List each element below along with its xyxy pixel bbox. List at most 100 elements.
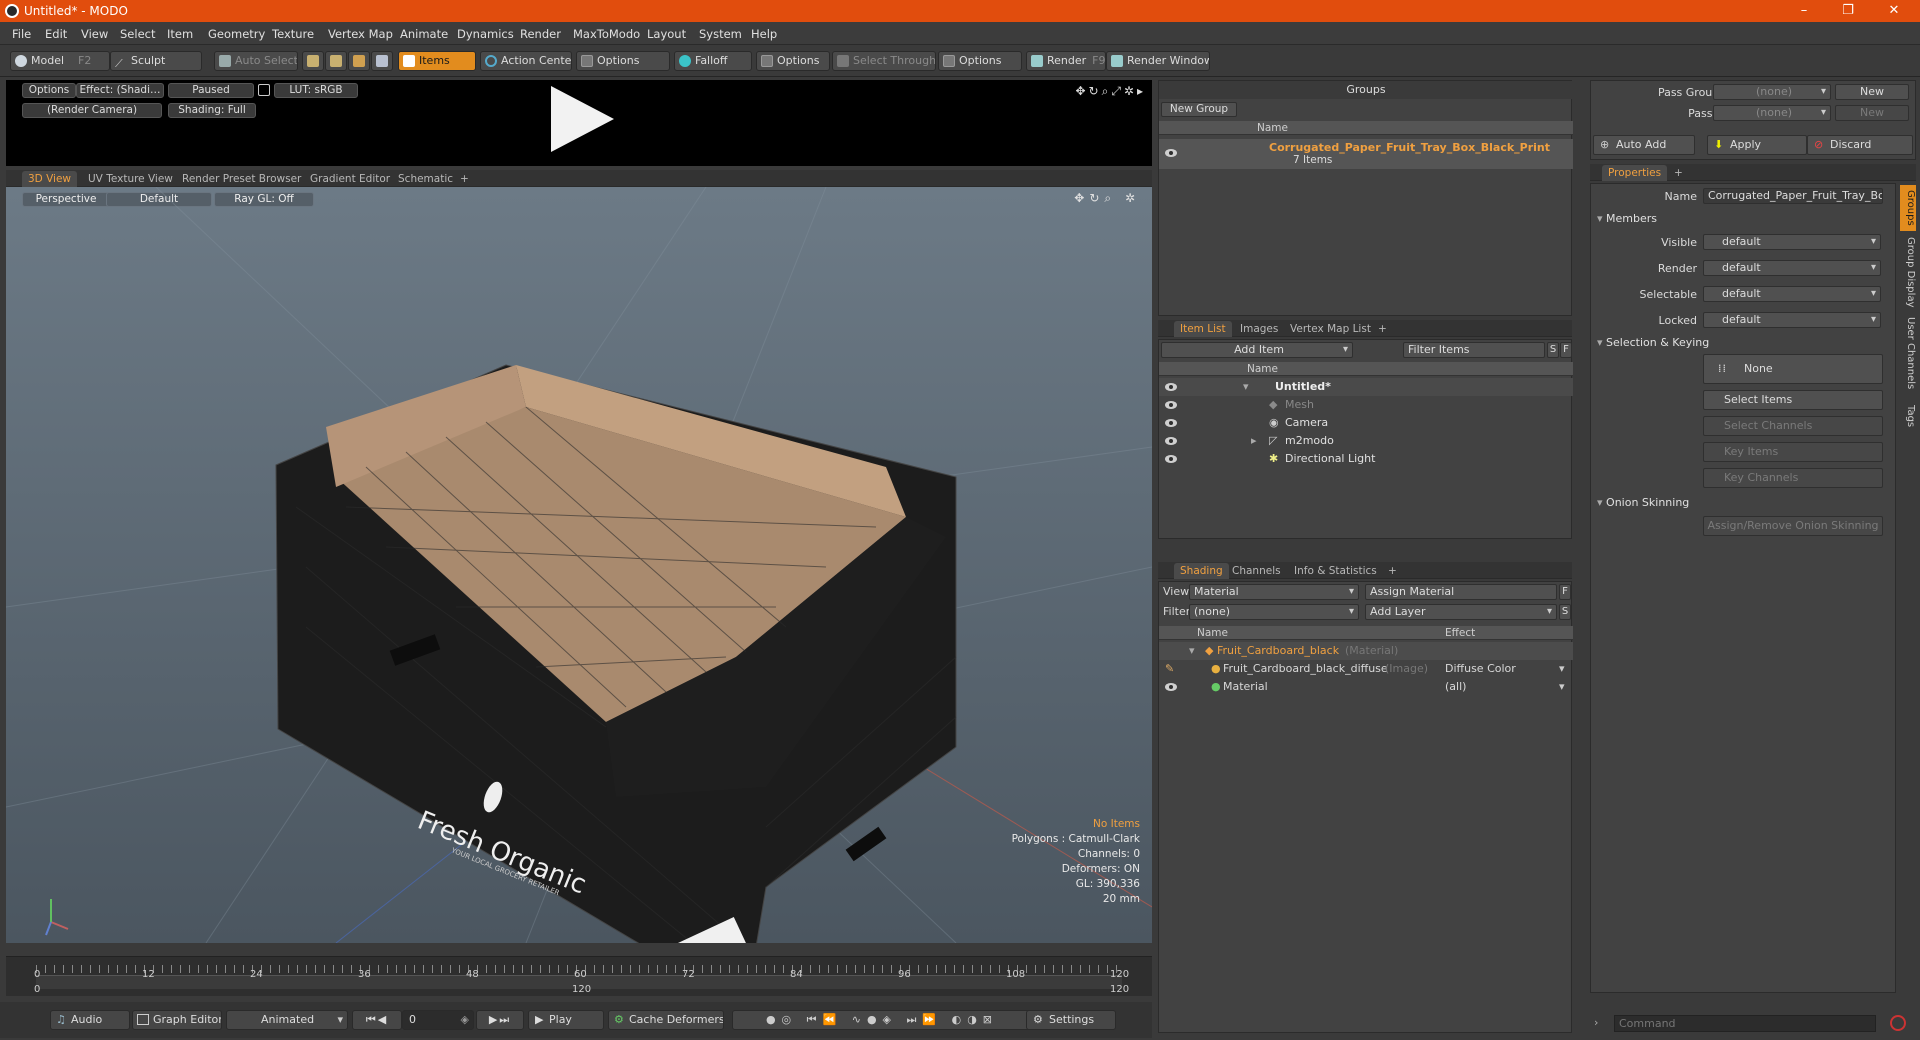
items-mode-button[interactable]: Items [398,51,476,71]
material-mode-button[interactable] [371,51,393,71]
menu-edit[interactable]: Edit [45,27,67,41]
rewind-buttons[interactable]: ⏮◀ [352,1010,402,1030]
shading-f-button[interactable]: F [1559,584,1571,600]
play-preview-icon[interactable] [551,86,614,152]
edge-mode-button[interactable] [325,51,347,71]
visibility-eye-icon[interactable] [1165,401,1177,409]
tab-tags-vertical[interactable]: Tags [1900,398,1916,434]
passes-dropdown[interactable]: (none) [1713,105,1831,121]
preview-paused-button[interactable]: Paused [168,83,254,98]
shader-row-material[interactable]: ● Material (all) ▾ [1159,678,1573,696]
menu-item[interactable]: Item [167,27,193,41]
play-button[interactable]: ▶ Play [528,1010,604,1030]
new-pass-group-button[interactable]: New [1835,84,1909,100]
shader-row-material-group[interactable]: ▾ ◆ Fruit_Cardboard_black (Material) [1159,642,1573,660]
graph-editor-button[interactable]: Graph Editor [132,1010,222,1030]
tab-uv-texture-view[interactable]: UV Texture View [82,171,179,187]
new-group-button[interactable]: New Group [1161,102,1237,117]
settings-button[interactable]: ⚙ Settings [1026,1010,1116,1030]
close-button[interactable]: ✕ [1874,2,1914,20]
visible-dropdown[interactable]: default [1703,234,1881,250]
preview-shading-dropdown[interactable]: Shading: Full [168,103,256,118]
members-section[interactable]: Members [1597,212,1657,225]
pass-groups-dropdown[interactable]: (none) [1713,84,1831,100]
tab-render-preset-browser[interactable]: Render Preset Browser [176,171,307,187]
minimize-button[interactable]: – [1784,2,1824,20]
record-icon[interactable] [1890,1015,1906,1031]
maximize-button[interactable]: ❐ [1828,2,1868,20]
falloff-options-button[interactable]: Options [756,51,830,71]
lock-icon[interactable] [258,84,270,96]
menu-vertex-map[interactable]: Vertex Map [328,27,393,41]
tab-gradient-editor[interactable]: Gradient Editor [304,171,396,187]
visibility-eye-icon[interactable] [1165,455,1177,463]
visibility-eye-icon[interactable] [1165,683,1177,691]
none-button[interactable]: ⁞⁞ None [1703,354,1883,384]
falloff-button[interactable]: Falloff [674,51,752,71]
polygon-mode-button[interactable] [348,51,370,71]
menu-animate[interactable]: Animate [400,27,448,41]
forward-buttons[interactable]: ▶⏭ [476,1010,524,1030]
menu-system[interactable]: System [699,27,742,41]
key-tools[interactable]: ●◎ ⏮⏪ ∿●◈ ⏭⏩ ◐◑⊠ [732,1010,1032,1030]
command-input[interactable] [1614,1015,1876,1032]
add-item-dropdown[interactable]: Add Item [1161,342,1353,358]
tab-vertex-map-list[interactable]: Vertex Map List [1284,321,1377,337]
menu-help[interactable]: Help [751,27,777,41]
select-channels-button[interactable]: Select Channels [1703,416,1883,436]
tab-images[interactable]: Images [1234,321,1284,337]
add-layer-dropdown[interactable]: Add Layer [1365,604,1557,620]
list-item[interactable]: ✱ Directional Light [1159,450,1573,468]
tab-properties[interactable]: Properties [1602,165,1668,181]
selection-keying-section[interactable]: Selection & Keying [1597,336,1709,349]
timeline[interactable]: 0 12 24 36 48 60 72 84 96 108 120 0 120 … [6,956,1152,996]
key-channels-button[interactable]: Key Channels [1703,468,1883,488]
tab-info-statistics[interactable]: Info & Statistics [1288,563,1383,579]
menu-render[interactable]: Render [520,27,561,41]
visibility-eye-icon[interactable] [1165,149,1177,157]
assign-material-button[interactable]: Assign Material [1365,584,1557,600]
menu-maxtomodo[interactable]: MaxToModo [573,27,640,41]
action-center-button[interactable]: Action Center [480,51,572,71]
view-dropdown[interactable]: Material [1189,584,1359,600]
tab-shading[interactable]: Shading [1174,563,1229,579]
auto-select-button[interactable]: Auto Select [214,51,298,71]
filter-items-input[interactable]: Filter Items [1403,342,1545,358]
preview-camera-dropdown[interactable]: (Render Camera) [22,103,162,118]
tab-user-channels-vertical[interactable]: User Channels [1900,312,1916,394]
tab-channels[interactable]: Channels [1226,563,1287,579]
viewport-3d[interactable]: Perspective Default Ray GL: Off ✥↻⌕ ✲ Fr… [6,187,1152,943]
visibility-eye-icon[interactable] [1165,383,1177,391]
preview-nav-icons[interactable]: ✥↻⌕⤢✲▸ [1075,84,1146,99]
add-tab-button[interactable]: + [1382,563,1403,579]
list-item[interactable]: ◆ Mesh [1159,396,1573,414]
discard-button[interactable]: ⊘ Discard [1807,135,1913,155]
tab-group-display-vertical[interactable]: Group Display [1900,236,1916,308]
tab-groups-vertical[interactable]: Groups [1900,185,1916,231]
action-center-options-button[interactable]: Options [576,51,670,71]
animated-dropdown[interactable]: Animated ▾ [226,1010,348,1030]
key-items-button[interactable]: Key Items [1703,442,1883,462]
tab-item-list[interactable]: Item List [1174,321,1232,337]
locked-dropdown[interactable]: default [1703,312,1881,328]
vertex-mode-button[interactable] [302,51,324,71]
tab-schematic[interactable]: Schematic [392,171,459,187]
group-row[interactable]: Corrugated_Paper_Fruit_Tray_Box_Black_Pr… [1159,139,1573,169]
filter-f-button[interactable]: F [1560,342,1572,358]
fruit-tray-box-model[interactable] [275,364,957,943]
menu-layout[interactable]: Layout [647,27,686,41]
tab-3d-view[interactable]: 3D View [22,171,78,187]
render-dropdown[interactable]: default [1703,260,1881,276]
cache-deformers-button[interactable]: ⚙ Cache Deformers [608,1010,724,1030]
add-tab-button[interactable]: + [1372,321,1393,337]
preview-options-button[interactable]: Options [22,83,76,98]
audio-button[interactable]: ♫ Audio [50,1010,130,1030]
lut-dropdown[interactable]: LUT: sRGB [274,83,358,98]
add-tab-button[interactable]: + [1668,165,1689,181]
menu-file[interactable]: File [12,27,31,41]
menu-dynamics[interactable]: Dynamics [457,27,514,41]
name-field[interactable]: Corrugated_Paper_Fruit_Tray_Box_ [1703,188,1883,204]
filter-s-button[interactable]: S [1547,342,1559,358]
new-pass-button[interactable]: New [1835,105,1909,121]
list-item[interactable]: ◉ Camera [1159,414,1573,432]
